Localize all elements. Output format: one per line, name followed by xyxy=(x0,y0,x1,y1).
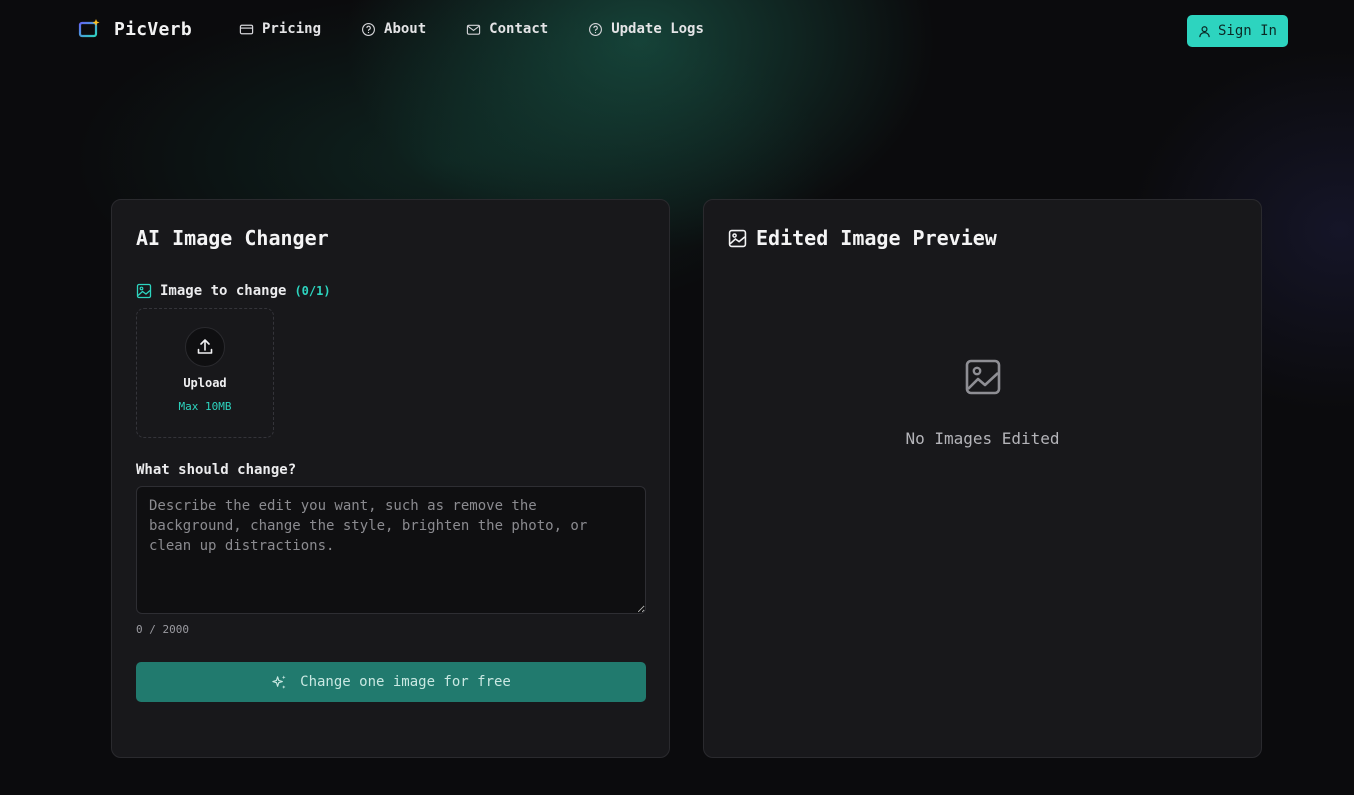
sign-in-label: Sign In xyxy=(1217,23,1277,39)
panel-title: AI Image Changer xyxy=(136,226,329,250)
preview-title: Edited Image Preview xyxy=(728,226,997,250)
nav-item-update-logs[interactable]: Update Logs xyxy=(588,21,704,37)
upload-dropzone[interactable]: Upload Max 10MB xyxy=(136,308,274,438)
top-navbar: PicVerb Pricing About Contact Update Log… xyxy=(0,0,1354,62)
upload-label: Upload xyxy=(183,376,227,390)
help-circle-icon xyxy=(589,22,603,36)
nav-item-contact[interactable]: Contact xyxy=(466,21,548,37)
sparkles-icon xyxy=(272,674,286,689)
nav-item-label: Update Logs xyxy=(611,21,704,37)
image-icon xyxy=(728,229,747,247)
nav-item-label: About xyxy=(384,21,427,37)
change-image-button[interactable]: Change one image for free xyxy=(136,662,646,702)
upload-max-size: Max 10MB xyxy=(178,400,232,413)
upload-icon-circle xyxy=(185,327,225,367)
preview-title-text: Edited Image Preview xyxy=(756,226,997,250)
picverb-logo-icon xyxy=(78,19,100,38)
image-changer-panel: AI Image Changer Image to change (0/1) U… xyxy=(111,199,670,758)
prompt-label: What should change? xyxy=(136,462,297,478)
image-count: (0/1) xyxy=(294,284,331,298)
image-icon xyxy=(136,283,152,299)
sign-in-button[interactable]: Sign In xyxy=(1187,15,1288,47)
nav-item-label: Pricing xyxy=(262,21,322,37)
nav-item-pricing[interactable]: Pricing xyxy=(239,21,321,37)
prompt-textarea[interactable] xyxy=(136,486,646,614)
image-to-change-label: Image to change (0/1) xyxy=(136,283,331,299)
preview-panel: Edited Image Preview No Images Edited xyxy=(703,199,1262,758)
change-image-label: Change one image for free xyxy=(300,674,511,690)
nav-item-about[interactable]: About xyxy=(361,21,426,37)
image-placeholder-icon xyxy=(965,359,1001,395)
image-label-text: Image to change xyxy=(160,283,287,299)
main-nav: Pricing About Contact Update Logs xyxy=(239,21,704,37)
card-icon xyxy=(239,24,254,34)
mail-icon xyxy=(467,24,481,35)
help-circle-icon xyxy=(362,22,375,36)
brand-name: PicVerb xyxy=(114,18,192,40)
char-counter: 0 / 2000 xyxy=(136,623,189,636)
empty-state-text: No Images Edited xyxy=(905,429,1060,448)
user-icon xyxy=(1199,25,1210,37)
upload-icon xyxy=(197,339,213,354)
brand-logo[interactable]: PicVerb xyxy=(78,18,192,40)
nav-item-label: Contact xyxy=(489,21,549,37)
